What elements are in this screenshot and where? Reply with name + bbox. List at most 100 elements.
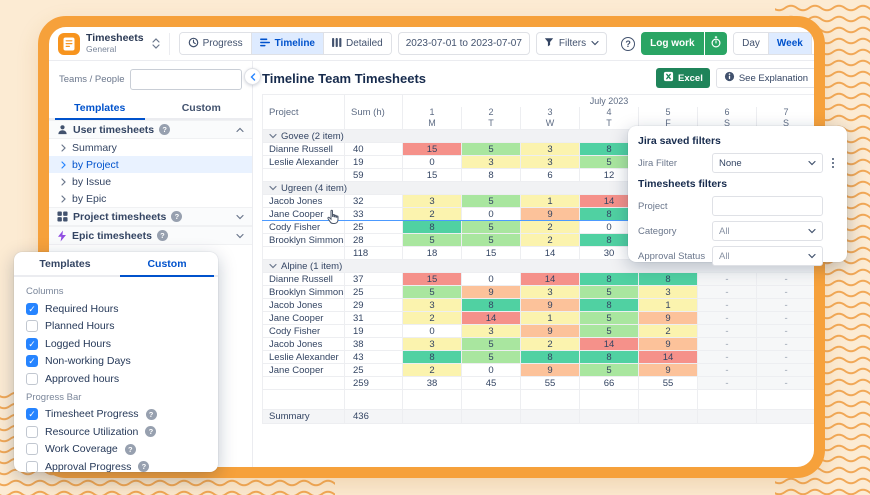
timesheet-cell[interactable]: 9	[520, 363, 580, 377]
timesheet-cell[interactable]: 3	[461, 324, 521, 338]
timesheet-cell[interactable]: 1	[520, 194, 580, 208]
sidebar-item-by-issue[interactable]: by Issue	[49, 173, 252, 190]
timesheet-cell[interactable]: 8	[461, 168, 521, 182]
user-name-cell[interactable]: Jane Cooper	[262, 363, 345, 377]
timesheet-cell[interactable]: 3	[638, 285, 698, 299]
timesheet-cell[interactable]: 14	[579, 337, 639, 351]
timesheet-cell[interactable]: -	[755, 324, 814, 338]
timesheet-cell[interactable]: -	[755, 376, 814, 390]
sidebar-collapse-button[interactable]	[244, 68, 261, 85]
timesheet-cell[interactable]: -	[755, 285, 814, 299]
table-row[interactable]: Jane Cooper 31 2 14 1 5 9- -	[262, 311, 814, 325]
timesheet-cell[interactable]: 6	[520, 168, 580, 182]
user-name-cell[interactable]: Jacob Jones	[262, 194, 345, 208]
timesheet-cell[interactable]: 9	[461, 285, 521, 299]
table-row[interactable]: Leslie Alexander 43 8 5 8 8 14- -	[262, 350, 814, 364]
checkbox-row-resource-utilization[interactable]: Resource Utilization?	[26, 423, 206, 441]
panel-tab-custom[interactable]: Custom	[116, 252, 218, 277]
user-name-cell[interactable]: Brooklyn Simmons	[262, 233, 345, 247]
timesheet-cell[interactable]: -	[697, 337, 757, 351]
timesheet-cell[interactable]: 9	[638, 337, 698, 351]
category-filter-select[interactable]: All	[712, 221, 823, 241]
timesheet-cell[interactable]: 8	[579, 272, 639, 286]
timesheet-cell[interactable]: 66	[579, 376, 639, 390]
timesheet-cell[interactable]: 3	[520, 155, 580, 169]
timesheet-cell[interactable]: 8	[579, 298, 639, 312]
date-range-picker[interactable]: 2023-07-01 to 2023-07-07	[397, 32, 530, 55]
timesheet-cell[interactable]: -	[755, 298, 814, 312]
timesheet-cell[interactable]: 9	[520, 298, 580, 312]
timesheet-cell[interactable]: 55	[638, 376, 698, 390]
checkbox-row-required-hours[interactable]: ✓ Required Hours	[26, 300, 206, 318]
timesheet-cell[interactable]: 5	[461, 233, 521, 247]
timesheet-cell[interactable]: 5	[579, 311, 639, 325]
timesheet-cell[interactable]: 0	[461, 272, 521, 286]
user-name-cell[interactable]: Dianne Russell	[262, 272, 345, 286]
timesheet-cell[interactable]: 55	[520, 376, 580, 390]
timesheet-cell[interactable]: 5	[461, 142, 521, 156]
timesheet-cell[interactable]: -	[755, 272, 814, 286]
timesheet-cell[interactable]: 3	[402, 194, 462, 208]
timesheet-cell[interactable]: 8	[402, 350, 462, 364]
timesheet-cell[interactable]: 5	[402, 233, 462, 247]
excel-export-button[interactable]: Excel	[656, 68, 710, 88]
table-row[interactable]: Brooklyn Simmons 25 5 9 3 5 3- -	[262, 285, 814, 299]
timesheet-cell[interactable]: 2	[402, 363, 462, 377]
timesheet-cell[interactable]: 5	[461, 220, 521, 234]
zoom-tab-week[interactable]: Week	[768, 33, 812, 54]
timesheet-cell[interactable]: 2	[520, 220, 580, 234]
checkbox[interactable]: ✓	[26, 302, 38, 315]
view-tab-detailed[interactable]: Detailed	[324, 33, 391, 54]
sidebar-item-summary[interactable]: Summary	[49, 139, 252, 156]
view-tab-progress[interactable]: Progress	[179, 33, 252, 54]
timesheet-cell[interactable]: 2	[520, 233, 580, 247]
timesheet-cell[interactable]: 1	[520, 311, 580, 325]
help-icon[interactable]: ?	[156, 230, 168, 241]
timesheet-cell[interactable]: 5	[579, 324, 639, 338]
timesheet-cell[interactable]: -	[697, 363, 757, 377]
timesheet-cell[interactable]: 8	[579, 350, 639, 364]
chevron-up-icon[interactable]	[236, 127, 244, 133]
timesheet-cell[interactable]: 5	[579, 285, 639, 299]
timesheet-cell[interactable]: -	[755, 350, 814, 364]
timesheet-cell[interactable]: 15	[402, 272, 462, 286]
app-switcher-updown-icon[interactable]	[151, 38, 160, 49]
timesheet-cell[interactable]: 0	[461, 207, 521, 221]
timesheet-cell[interactable]: 8	[520, 350, 580, 364]
checkbox[interactable]	[26, 372, 38, 385]
tab-custom[interactable]: Custom	[151, 97, 253, 118]
timesheet-cell[interactable]: 3	[520, 142, 580, 156]
help-icon[interactable]: ?	[159, 124, 171, 135]
timesheet-cell[interactable]: 5	[402, 285, 462, 299]
timesheet-cell[interactable]: 9	[638, 311, 698, 325]
sidebar-item-by-epic[interactable]: by Epic	[49, 190, 252, 207]
help-icon[interactable]: ?	[138, 461, 150, 472]
checkbox-row-approval-progress[interactable]: Approval Progress?	[26, 458, 206, 472]
see-explanation-button[interactable]: See Explanation	[715, 68, 814, 88]
checkbox[interactable]	[26, 425, 38, 438]
timesheet-cell[interactable]: 3	[461, 155, 521, 169]
sidebar-section-user-timesheets[interactable]: User timesheets?	[49, 120, 252, 139]
timesheet-cell[interactable]: 0	[402, 155, 462, 169]
timesheet-cell[interactable]: 14	[461, 311, 521, 325]
timesheet-cell[interactable]: 15	[402, 142, 462, 156]
timesheet-cell[interactable]: 5	[461, 194, 521, 208]
jira-filter-select[interactable]: None	[712, 153, 823, 173]
filters-dropdown[interactable]: Filters	[535, 32, 608, 55]
user-name-cell[interactable]: Jacob Jones	[262, 337, 345, 351]
timesheet-cell[interactable]: 5	[579, 363, 639, 377]
sidebar-section-epic-timesheets[interactable]: Epic timesheets?	[49, 226, 252, 245]
timesheet-cell[interactable]: 14	[638, 350, 698, 364]
timesheet-cell[interactable]: 9	[638, 363, 698, 377]
table-row[interactable]: Jane Cooper 25 2 0 9 5 9- -	[262, 363, 814, 377]
checkbox-row-logged-hours[interactable]: ✓ Logged Hours	[26, 335, 206, 353]
kebab-menu-icon[interactable]	[827, 155, 839, 171]
timesheet-cell[interactable]: 2	[402, 311, 462, 325]
sidebar-section-project-timesheets[interactable]: Project timesheets?	[49, 207, 252, 226]
help-icon[interactable]: ?	[145, 426, 157, 438]
table-row[interactable]: Dianne Russell 37 15 0 14 8 8- -	[262, 272, 814, 286]
app-switcher[interactable]: Timesheets General	[86, 32, 144, 54]
checkbox-row-approved-hours[interactable]: Approved hours	[26, 370, 206, 388]
help-icon[interactable]: ?	[171, 211, 183, 222]
timesheet-cell[interactable]: 15	[461, 246, 521, 260]
